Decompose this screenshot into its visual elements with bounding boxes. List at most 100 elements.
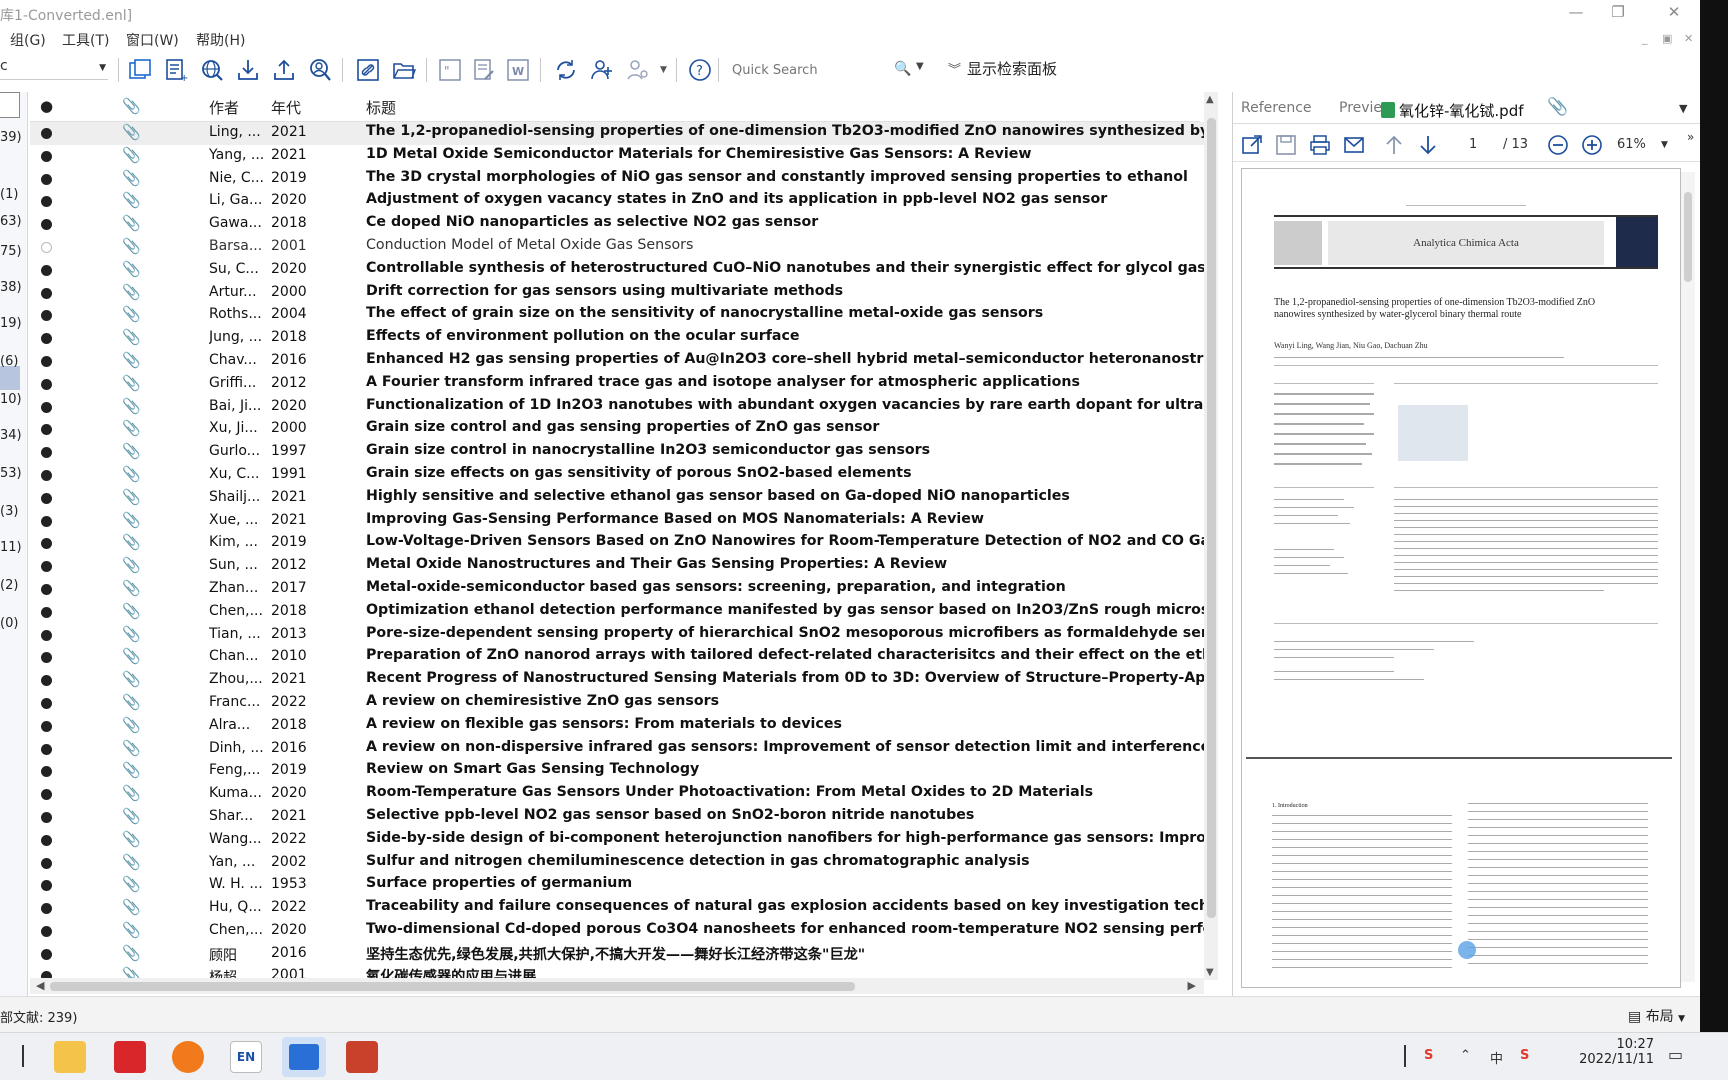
read-status-dot[interactable] <box>41 857 52 869</box>
table-row[interactable]: 📎 Su, C... 2020 Controllable synthesis of h… <box>30 259 1212 282</box>
table-row[interactable]: 📎 Roths... 2004 The effect of grain size on… <box>30 304 1212 327</box>
insert-citation-icon[interactable]: " <box>436 56 464 84</box>
attachment-icon[interactable]: 📎 <box>122 853 141 871</box>
attachment-icon[interactable]: 📎 <box>1547 97 1568 117</box>
read-status-dot[interactable] <box>41 401 52 413</box>
groups-pane-header[interactable] <box>0 92 20 118</box>
minimize-button[interactable]: — <box>1564 3 1588 21</box>
read-status-dot[interactable] <box>41 378 52 390</box>
group-count[interactable]: 38) <box>0 280 22 295</box>
read-status-dot[interactable] <box>41 652 52 664</box>
close-button[interactable]: ✕ <box>1662 3 1686 21</box>
attachment-column-icon[interactable]: 📎 <box>122 97 141 115</box>
group-count[interactable]: 11) <box>0 540 22 555</box>
reference-list-horizontal-scrollbar[interactable]: ◀ ▶ <box>30 978 1204 994</box>
attachment-icon[interactable]: 📎 <box>122 328 141 346</box>
group-count[interactable]: 75) <box>0 244 22 259</box>
read-status-dot[interactable] <box>41 720 52 732</box>
tab-reference[interactable]: Reference <box>1241 100 1312 116</box>
group-count[interactable]: 63) <box>0 214 22 229</box>
mdi-restore-button[interactable]: ▣ <box>1662 32 1672 45</box>
table-row[interactable]: 📎 Yang, ... 2021 1D Metal Oxide Semiconduct… <box>30 145 1212 168</box>
attachment-icon[interactable]: 📎 <box>122 397 141 415</box>
panel-menu-chevron-icon[interactable]: ▼ <box>1679 102 1687 115</box>
attachment-icon[interactable]: 📎 <box>122 670 141 688</box>
pdf-viewer[interactable]: Analytica Chimica Acta The 1,2-propanedi… <box>1241 168 1681 988</box>
attachment-icon[interactable]: 📎 <box>122 283 141 301</box>
read-status-dot[interactable] <box>41 333 52 345</box>
table-row[interactable]: 📎 Franc... 2022 A review on chemiresistive … <box>30 692 1212 715</box>
attachment-icon[interactable]: 📎 <box>122 305 141 323</box>
read-status-dot[interactable] <box>41 355 52 367</box>
attachment-icon[interactable]: 📎 <box>122 374 141 392</box>
menu-help[interactable]: 帮助(H) <box>196 30 245 50</box>
attachment-icon[interactable]: 📎 <box>122 419 141 437</box>
read-status-dot[interactable] <box>41 743 52 755</box>
attachment-icon[interactable]: 📎 <box>122 807 141 825</box>
table-row[interactable]: 📎 Yan, ... 2002 Sulfur and nitrogen chemilu… <box>30 852 1212 875</box>
attachment-icon[interactable]: 📎 <box>122 465 141 483</box>
group-count[interactable]: 19) <box>0 316 22 331</box>
copy-to-library-icon[interactable] <box>126 56 154 84</box>
table-row[interactable]: 📎 Kim, ... 2019 Low-Voltage-Driven Sensors … <box>30 532 1212 555</box>
read-status-dot[interactable] <box>41 150 52 162</box>
sync-icon[interactable] <box>552 56 580 84</box>
attachment-icon[interactable]: 📎 <box>122 830 141 848</box>
attachment-icon[interactable]: 📎 <box>122 739 141 757</box>
read-status-dot[interactable] <box>41 310 52 322</box>
group-count[interactable]: 34) <box>0 428 22 443</box>
read-status-dot[interactable] <box>41 128 52 139</box>
zoom-in-icon[interactable] <box>1579 132 1605 158</box>
scroll-down-icon[interactable]: ▼ <box>1206 967 1214 978</box>
read-status-dot[interactable] <box>41 424 52 436</box>
read-status-dot[interactable] <box>41 469 52 481</box>
table-row[interactable]: 📎 Xu, C... 1991 Grain size effects on gas s… <box>30 464 1212 487</box>
table-row[interactable]: 📎 Griffi... 2012 A Fourier transform infrar… <box>30 373 1212 396</box>
attachment-icon[interactable]: 📎 <box>122 784 141 802</box>
attachment-icon[interactable]: 📎 <box>122 533 141 551</box>
youdao-dictionary-icon[interactable] <box>114 1041 146 1073</box>
group-count[interactable]: (6) <box>0 354 18 369</box>
read-status-dot[interactable] <box>41 515 52 527</box>
tab-pdf[interactable]: 氧化锌-氧化铽.pdf <box>1381 100 1524 121</box>
read-status-dot[interactable] <box>41 697 52 709</box>
page-number-input[interactable]: 1 <box>1469 137 1477 152</box>
print-icon[interactable] <box>1307 132 1333 158</box>
read-status-dot[interactable] <box>41 925 52 937</box>
table-row[interactable]: 📎 Chav... 2016 Enhanced H2 gas sensing prop… <box>30 350 1212 373</box>
read-status-dot[interactable] <box>41 492 52 504</box>
group-count[interactable]: 39) <box>0 130 22 145</box>
group-count[interactable]: (0) <box>0 616 18 631</box>
table-row[interactable]: 📎 Shar... 2021 Selective ppb-level NO2 gas … <box>30 806 1212 829</box>
next-page-icon[interactable] <box>1415 132 1441 158</box>
table-row[interactable]: 📎 顾阳 2016 坚持生态优先,绿色发展,共抓大保护,不搞大开发——舞好长江经济带这… <box>30 943 1212 966</box>
table-row[interactable]: 📎 Zhan... 2017 Metal-oxide-semiconductor ba… <box>30 578 1212 601</box>
share-library-icon[interactable] <box>588 56 616 84</box>
chevron-down-icon[interactable]: ▼ <box>660 65 667 75</box>
read-status-dot[interactable] <box>41 606 52 618</box>
read-status-dot[interactable] <box>41 196 52 208</box>
read-status-dot[interactable] <box>41 241 52 253</box>
attachment-icon[interactable]: 📎 <box>122 488 141 506</box>
attachment-icon[interactable]: 📎 <box>122 191 141 209</box>
read-status-dot[interactable] <box>41 789 52 801</box>
chevron-up-icon[interactable]: ⌃ <box>1460 1048 1471 1063</box>
save-icon[interactable] <box>1273 132 1299 158</box>
attachment-icon[interactable]: 📎 <box>122 442 141 460</box>
open-external-icon[interactable] <box>1239 132 1265 158</box>
group-count[interactable]: 10) <box>0 392 22 407</box>
table-row[interactable]: 📎 Feng,... 2019 Review on Smart Gas Sensing… <box>30 760 1212 783</box>
menu-window[interactable]: 窗口(W) <box>126 30 179 50</box>
table-row[interactable]: 📎 Gawa... 2018 Ce doped NiO nanoparticles a… <box>30 213 1212 236</box>
scrollbar-thumb[interactable] <box>50 982 855 991</box>
read-status-dot[interactable] <box>41 903 52 915</box>
table-row[interactable]: 📎 Tian, ... 2013 Pore-size-dependent sensin… <box>30 624 1212 647</box>
attachment-icon[interactable]: 📎 <box>122 898 141 916</box>
new-reference-icon[interactable]: + <box>162 56 190 84</box>
title-column-header[interactable]: 标题 <box>366 97 396 118</box>
table-row[interactable]: 📎 Jung, ... 2018 Effects of environment pol… <box>30 327 1212 350</box>
attachment-icon[interactable]: 📎 <box>122 944 141 962</box>
export-icon[interactable] <box>270 56 298 84</box>
system-clock[interactable]: 10:27 2022/11/11 <box>1550 1037 1654 1067</box>
layout-button[interactable]: ▤ 布局 ▼ <box>1628 1006 1685 1026</box>
